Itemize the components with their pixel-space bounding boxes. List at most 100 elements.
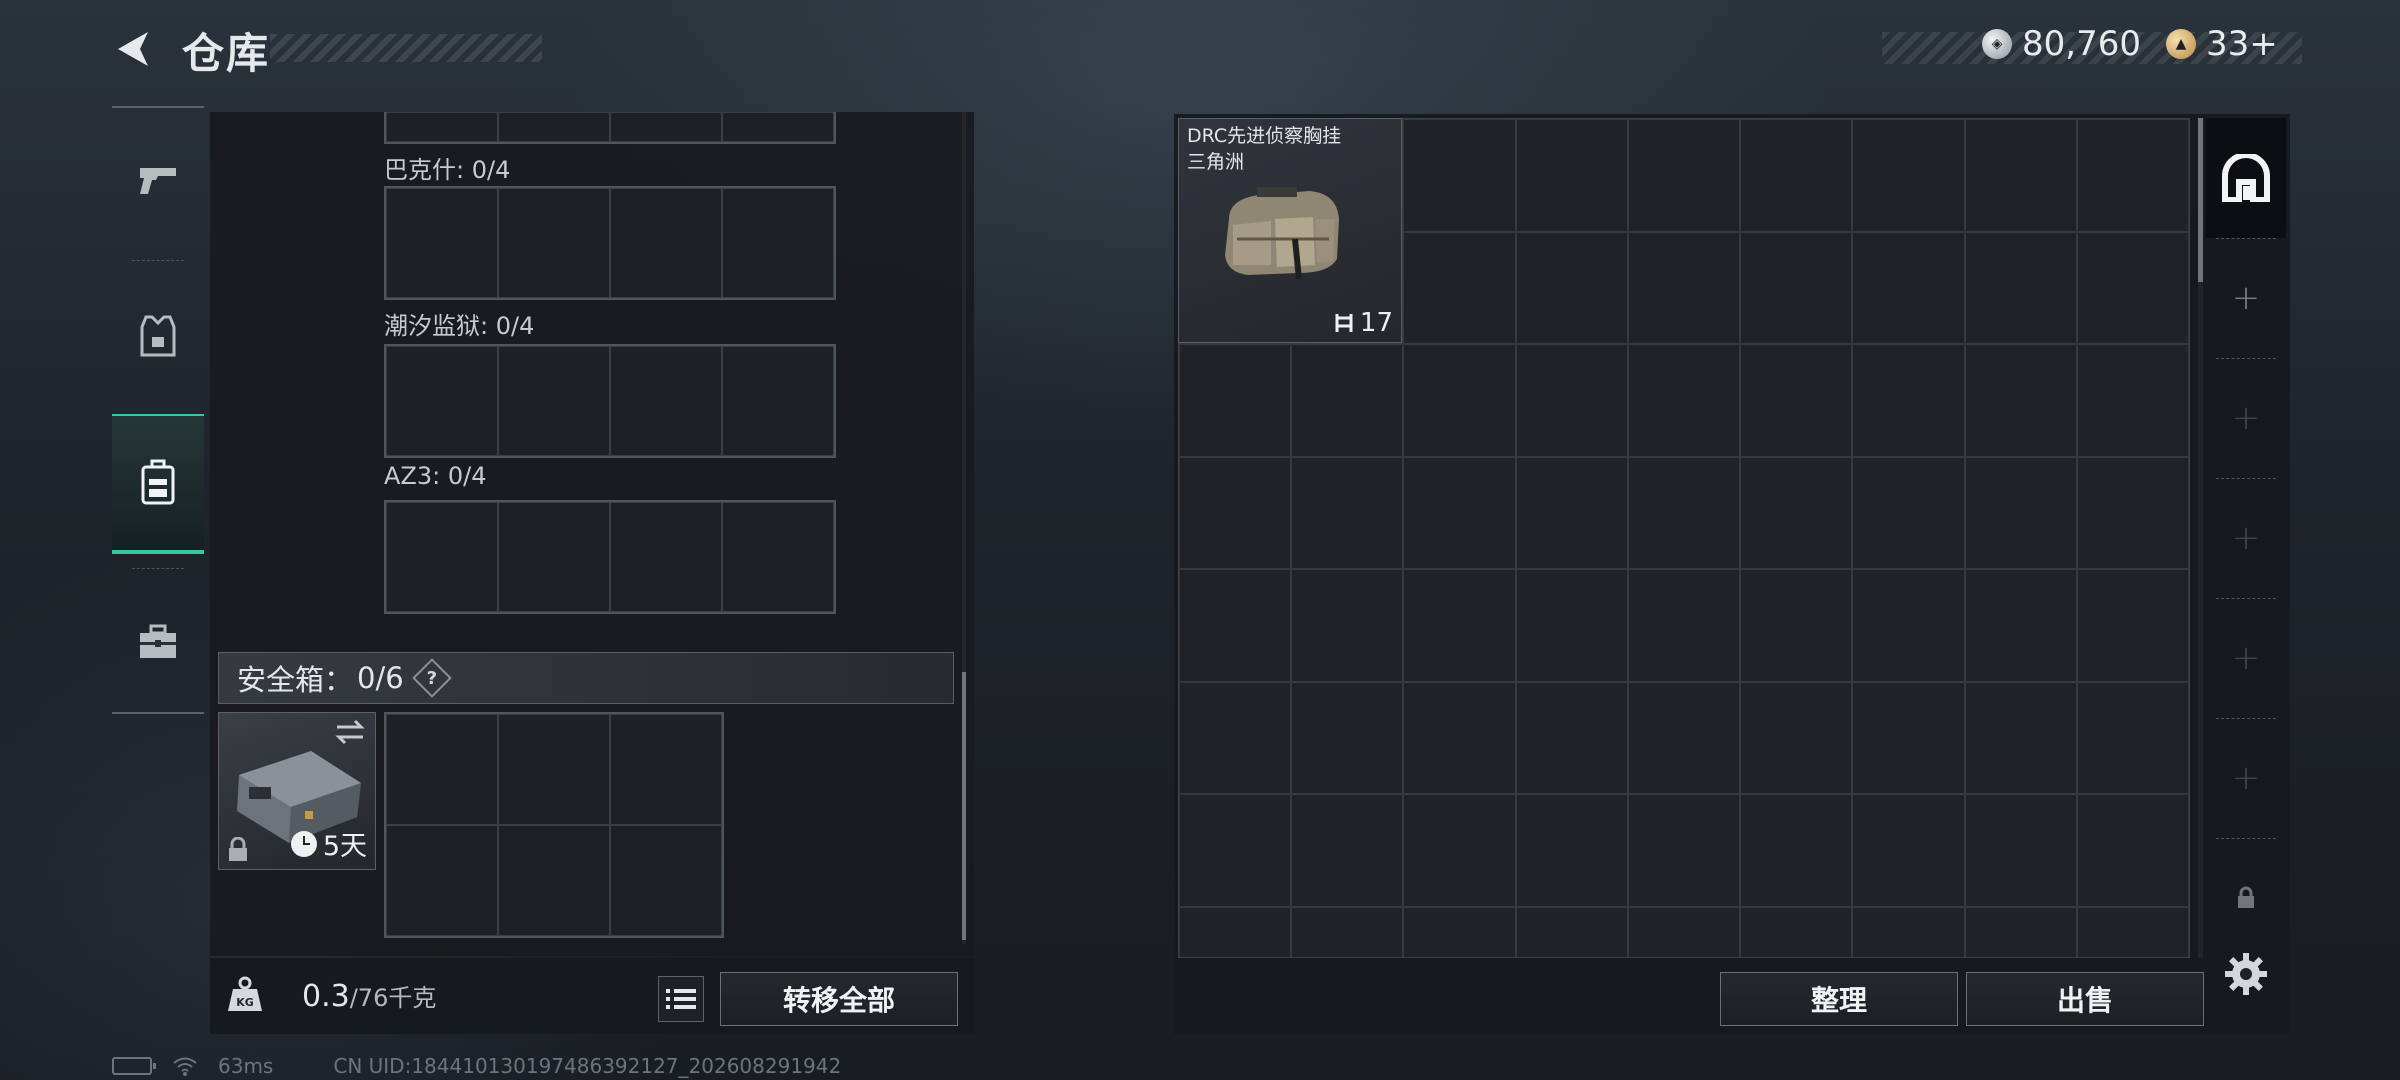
stash-cell[interactable] bbox=[1627, 119, 1741, 232]
list-view-button[interactable] bbox=[658, 976, 704, 1022]
stash-tab-add[interactable]: + bbox=[2206, 358, 2286, 478]
stash-cell[interactable] bbox=[2076, 569, 2189, 682]
stash-cell[interactable] bbox=[1852, 231, 1965, 344]
stash-cell[interactable] bbox=[1964, 681, 2077, 794]
stash-cell[interactable] bbox=[1852, 794, 1965, 907]
stash-cell[interactable] bbox=[1627, 569, 1741, 682]
sell-button[interactable]: 出售 bbox=[1966, 972, 2204, 1026]
stash-tab-add[interactable]: + bbox=[2206, 718, 2286, 838]
stash-cell[interactable] bbox=[1627, 794, 1741, 907]
stash-cell[interactable] bbox=[1627, 231, 1741, 344]
stash-cell[interactable] bbox=[1964, 344, 2077, 457]
stash-cell[interactable] bbox=[2076, 119, 2189, 232]
stash-cell[interactable] bbox=[1852, 681, 1965, 794]
keychain-slot-grid[interactable] bbox=[384, 500, 836, 614]
nav-containers[interactable] bbox=[112, 414, 204, 554]
stash-cell[interactable] bbox=[1403, 569, 1516, 682]
safebox-case-item[interactable]: 5天 bbox=[218, 712, 376, 870]
stash-cell[interactable] bbox=[2076, 231, 2189, 344]
stash-cell[interactable] bbox=[1291, 794, 1404, 907]
stash-tab-main[interactable] bbox=[2206, 118, 2286, 238]
stash-cell[interactable] bbox=[1852, 906, 1965, 957]
stash-item-chest-rig[interactable]: DRC先进侦察胸挂 三角洲 17 bbox=[1178, 118, 1402, 343]
stash-cell[interactable] bbox=[1740, 231, 1853, 344]
nav-briefcase[interactable] bbox=[112, 572, 204, 712]
loadout-scrollbar[interactable] bbox=[962, 112, 966, 944]
stash-cell[interactable] bbox=[2076, 344, 2189, 457]
stash-cell[interactable] bbox=[2076, 681, 2189, 794]
transfer-all-button[interactable]: 转移全部 bbox=[720, 972, 958, 1026]
stash-cell[interactable] bbox=[1403, 456, 1516, 569]
stash-cell[interactable] bbox=[1403, 906, 1516, 957]
stash-cell[interactable] bbox=[1627, 681, 1741, 794]
stash-cell[interactable] bbox=[1179, 569, 1292, 682]
keychain-slot-grid[interactable] bbox=[384, 186, 836, 300]
stash-cell[interactable] bbox=[1403, 231, 1516, 344]
stash-cell[interactable] bbox=[1627, 344, 1741, 457]
stash-cell[interactable] bbox=[1964, 794, 2077, 907]
stash-cell[interactable] bbox=[1964, 906, 2077, 957]
stash-cell[interactable] bbox=[1964, 569, 2077, 682]
stash-tab-add[interactable]: + bbox=[2206, 598, 2286, 718]
stash-cell[interactable] bbox=[1852, 569, 1965, 682]
sort-button[interactable]: 整理 bbox=[1720, 972, 1958, 1026]
back-button[interactable] bbox=[110, 26, 156, 72]
stash-cell[interactable] bbox=[1515, 119, 1628, 232]
stash-cell[interactable] bbox=[1403, 344, 1516, 457]
stash-cell[interactable] bbox=[1179, 681, 1292, 794]
stash-cell[interactable] bbox=[1515, 906, 1628, 957]
stash-cell[interactable] bbox=[1740, 569, 1853, 682]
help-icon[interactable]: ? bbox=[411, 658, 452, 698]
stash-cell[interactable] bbox=[1291, 906, 1404, 957]
stash-cell[interactable] bbox=[1964, 456, 2077, 569]
stash-tab-add[interactable]: + bbox=[2206, 238, 2286, 358]
stash-cell[interactable] bbox=[1740, 681, 1853, 794]
stash-cell[interactable] bbox=[2076, 456, 2189, 569]
swap-icon[interactable] bbox=[333, 719, 367, 745]
nav-armor[interactable] bbox=[112, 266, 204, 406]
stash-cell[interactable] bbox=[1515, 344, 1628, 457]
stash-cell[interactable] bbox=[1515, 681, 1628, 794]
stash-cell[interactable] bbox=[1964, 231, 2077, 344]
stash-cell[interactable] bbox=[1403, 794, 1516, 907]
gold-currency[interactable]: ▲ 33+ bbox=[2166, 24, 2278, 64]
stash-tab-add[interactable]: + bbox=[2206, 478, 2286, 598]
stash-cell[interactable] bbox=[1740, 794, 1853, 907]
stash-cell[interactable] bbox=[1627, 906, 1741, 957]
stash-cell[interactable] bbox=[1964, 119, 2077, 232]
settings-gear-icon[interactable] bbox=[2224, 952, 2268, 996]
stash-cell[interactable] bbox=[2076, 906, 2189, 957]
safebox-grid[interactable] bbox=[384, 712, 724, 938]
stash-cell[interactable] bbox=[1740, 456, 1853, 569]
stash-tab-locked[interactable] bbox=[2206, 838, 2286, 958]
stash-cell[interactable] bbox=[2076, 794, 2189, 907]
stash-cell[interactable] bbox=[1515, 231, 1628, 344]
stash-cell[interactable] bbox=[1852, 119, 1965, 232]
stash-cell[interactable] bbox=[1740, 906, 1853, 957]
stash-scrollbar[interactable] bbox=[2198, 118, 2203, 958]
stash-cell[interactable] bbox=[1179, 794, 1292, 907]
stash-cell[interactable] bbox=[1291, 681, 1404, 794]
stash-cell[interactable] bbox=[1403, 119, 1516, 232]
weight-readout: 0.3/76千克 bbox=[302, 978, 436, 1014]
stash-cell[interactable] bbox=[1515, 456, 1628, 569]
stash-cell[interactable] bbox=[1852, 456, 1965, 569]
keychain-slot-grid-partial[interactable] bbox=[384, 112, 836, 144]
stash-cell[interactable] bbox=[1627, 456, 1741, 569]
stash-cell[interactable] bbox=[1515, 569, 1628, 682]
silver-currency[interactable]: ◈ 80,760 bbox=[1982, 24, 2141, 64]
nav-weapons[interactable] bbox=[112, 110, 204, 250]
stash-cell[interactable] bbox=[1740, 344, 1853, 457]
stash-cell[interactable] bbox=[1852, 344, 1965, 457]
add-icon: + bbox=[2231, 518, 2261, 558]
stash-cell[interactable] bbox=[1291, 344, 1404, 457]
stash-cell[interactable] bbox=[1179, 344, 1292, 457]
stash-cell[interactable] bbox=[1740, 119, 1853, 232]
stash-cell[interactable] bbox=[1179, 456, 1292, 569]
stash-cell[interactable] bbox=[1515, 794, 1628, 907]
stash-cell[interactable] bbox=[1291, 569, 1404, 682]
stash-cell[interactable] bbox=[1179, 906, 1292, 957]
stash-cell[interactable] bbox=[1291, 456, 1404, 569]
keychain-slot-grid[interactable] bbox=[384, 344, 836, 458]
stash-cell[interactable] bbox=[1403, 681, 1516, 794]
